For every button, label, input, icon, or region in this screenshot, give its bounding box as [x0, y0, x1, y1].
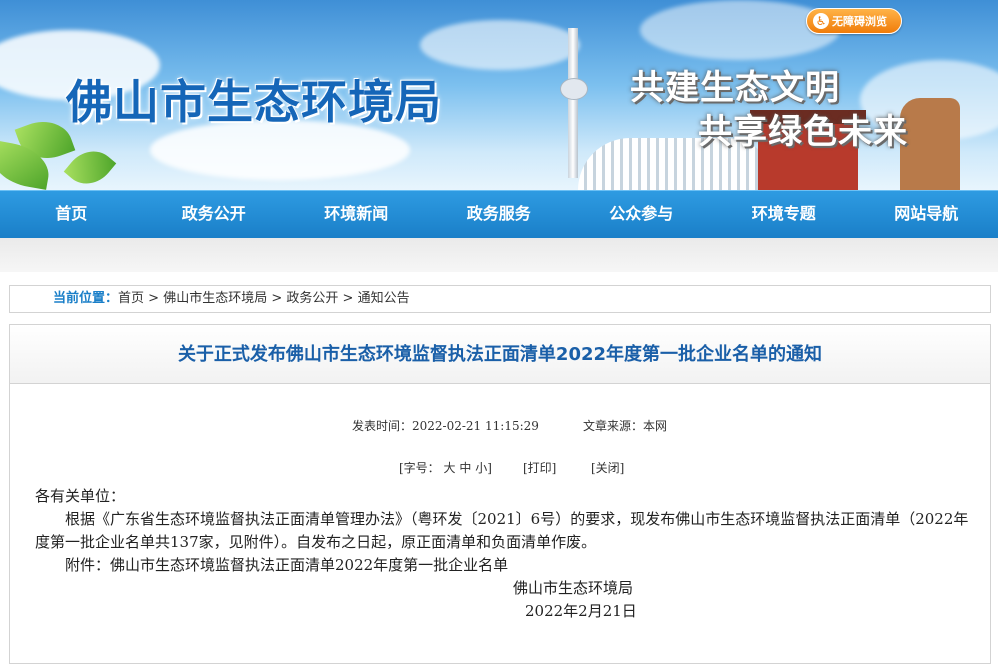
nav-item-gov-info[interactable]: 政务公开 — [143, 191, 286, 238]
breadcrumb: 当前位置：首页 > 佛山市生态环境局 > 政务公开 > 通知公告 — [9, 285, 991, 313]
sculpture-image — [900, 98, 960, 190]
wheelchair-icon: ♿ — [813, 13, 829, 29]
font-size-medium[interactable]: 中 — [459, 461, 471, 475]
cloud-decoration — [420, 20, 580, 70]
accessibility-button[interactable]: ♿ 无障碍浏览 — [806, 8, 902, 34]
slogan-line-2: 共享绿色未来 — [698, 112, 908, 152]
font-size-label: [字号： — [399, 461, 440, 475]
tv-tower-image — [568, 28, 578, 178]
breadcrumb-item-home[interactable]: 首页 — [118, 291, 144, 306]
site-title: 佛山市生态环境局 — [66, 75, 442, 129]
article-title: 关于正式发布佛山市生态环境监督执法正面清单2022年度第一批企业名单的通知 — [177, 344, 823, 365]
breadcrumb-separator: > — [267, 291, 287, 306]
article-body: 各有关单位： 根据《广东省生态环境监督执法正面清单管理办法》（粤环发〔2021〕… — [35, 485, 975, 623]
font-size-close-bracket: ] — [487, 461, 492, 475]
nav-item-home[interactable]: 首页 — [0, 191, 143, 238]
salutation: 各有关单位： — [35, 487, 126, 505]
nav-item-public-participation[interactable]: 公众参与 — [570, 191, 713, 238]
close-link[interactable]: [关闭] — [591, 459, 624, 476]
publish-time: 发表时间：2022-02-21 11:15:29 — [352, 419, 539, 433]
attachment-line: 附件：佛山市生态环境监督执法正面清单2022年度第一批企业名单 — [65, 556, 509, 574]
signature-date: 2022年2月21日 — [525, 602, 637, 620]
breadcrumb-item-gov-info[interactable]: 政务公开 — [286, 291, 338, 306]
accessibility-label: 无障碍浏览 — [832, 15, 887, 28]
nav-item-site-nav[interactable]: 网站导航 — [855, 191, 998, 238]
breadcrumb-label: 当前位置： — [53, 291, 119, 306]
print-link[interactable]: [打印] — [523, 459, 556, 476]
nav-shadow-divider — [0, 238, 998, 272]
header-banner: 佛山市生态环境局 共建生态文明 共享绿色未来 ♿ 无障碍浏览 — [0, 0, 998, 190]
paragraph: 根据《广东省生态环境监督执法正面清单管理办法》（粤环发〔2021〕6号）的要求，… — [35, 510, 969, 551]
main-nav: 首页 政务公开 环境新闻 政务服务 公众参与 环境专题 网站导航 — [0, 190, 998, 238]
font-size-small[interactable]: 小 — [475, 461, 487, 475]
font-size-control: [字号： 大 中 小] — [399, 459, 492, 476]
breadcrumb-item-notices[interactable]: 通知公告 — [358, 291, 410, 306]
nav-item-env-topics[interactable]: 环境专题 — [713, 191, 856, 238]
nav-item-env-news[interactable]: 环境新闻 — [285, 191, 428, 238]
nav-item-gov-service[interactable]: 政务服务 — [428, 191, 571, 238]
signature: 佛山市生态环境局 — [513, 579, 634, 597]
article-header: 关于正式发布佛山市生态环境监督执法正面清单2022年度第一批企业名单的通知 — [10, 325, 990, 384]
breadcrumb-separator: > — [144, 291, 164, 306]
tv-tower-image — [560, 78, 588, 100]
slogan-line-1: 共建生态文明 — [630, 68, 840, 108]
article-container: 关于正式发布佛山市生态环境监督执法正面清单2022年度第一批企业名单的通知 发表… — [9, 324, 991, 664]
breadcrumb-item-bureau[interactable]: 佛山市生态环境局 — [163, 291, 267, 306]
breadcrumb-separator: > — [338, 291, 358, 306]
article-source: 文章来源：本网 — [583, 419, 668, 433]
font-size-large[interactable]: 大 — [444, 461, 456, 475]
